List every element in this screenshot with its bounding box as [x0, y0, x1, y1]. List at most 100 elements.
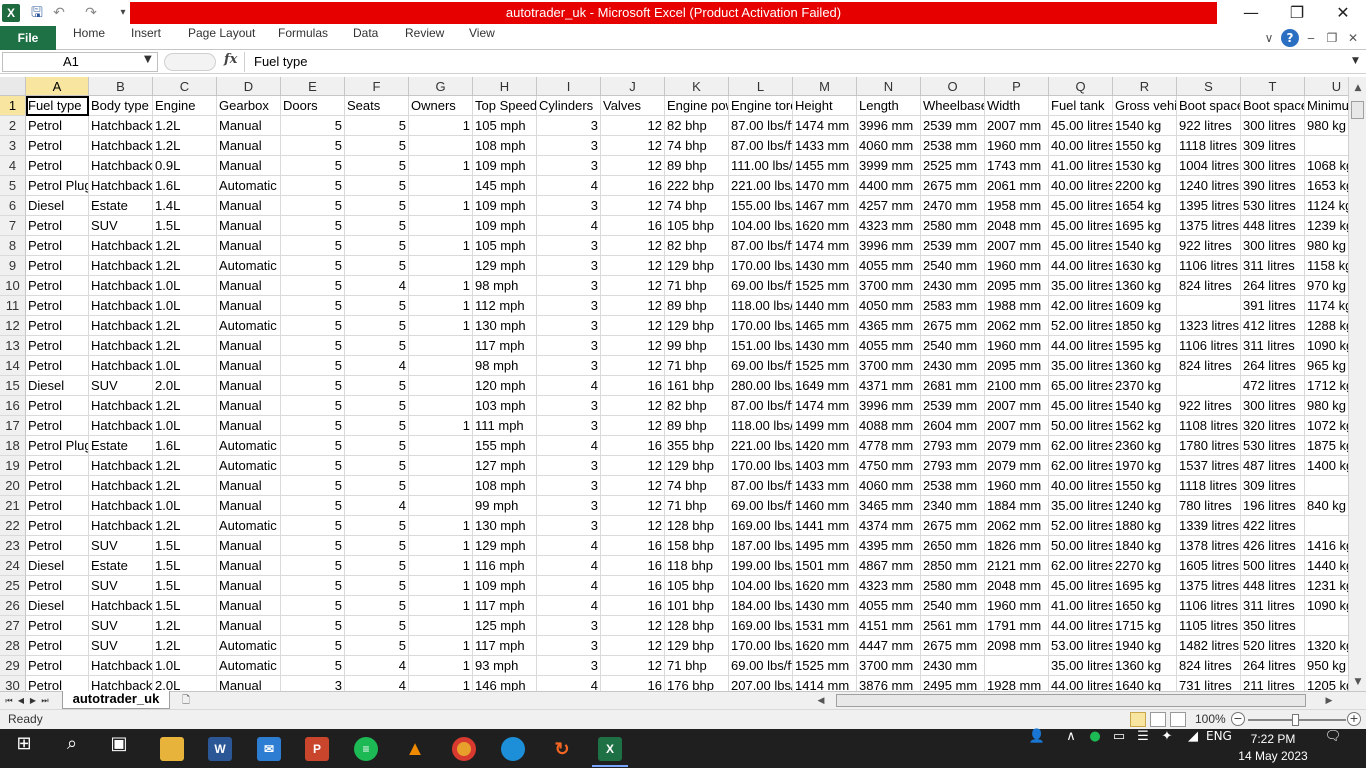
header-cell[interactable]: Engine — [153, 96, 217, 116]
table-cell[interactable]: Petrol — [26, 416, 89, 436]
sync-icon[interactable]: ↻ — [550, 737, 574, 761]
table-cell[interactable] — [1305, 516, 1348, 536]
table-cell[interactable]: 1 — [409, 196, 473, 216]
table-cell[interactable]: 207.00 lbs/ft — [729, 676, 793, 691]
table-cell[interactable]: 12 — [601, 496, 665, 516]
table-cell[interactable]: 3700 mm — [857, 356, 921, 376]
table-cell[interactable]: 69.00 lbs/ft — [729, 496, 793, 516]
row-header[interactable]: 27 — [0, 616, 26, 636]
table-cell[interactable]: 127 mph — [473, 456, 537, 476]
table-cell[interactable]: 309 litres — [1241, 476, 1305, 496]
table-cell[interactable]: 1495 mm — [793, 536, 857, 556]
table-cell[interactable]: 1653 kg — [1305, 176, 1348, 196]
table-cell[interactable] — [409, 256, 473, 276]
column-header[interactable]: E — [281, 77, 345, 96]
table-cell[interactable]: 5 — [345, 636, 409, 656]
table-cell[interactable]: 4400 mm — [857, 176, 921, 196]
table-cell[interactable]: 3 — [537, 656, 601, 676]
table-cell[interactable]: 320 litres — [1241, 416, 1305, 436]
row-header[interactable]: 8 — [0, 236, 26, 256]
table-cell[interactable]: Manual — [217, 216, 281, 236]
table-cell[interactable]: Manual — [217, 276, 281, 296]
table-cell[interactable]: 5 — [345, 576, 409, 596]
first-sheet-icon[interactable]: ⏮ — [4, 694, 14, 708]
table-cell[interactable]: 2270 kg — [1113, 556, 1177, 576]
table-cell[interactable]: 1620 mm — [793, 576, 857, 596]
table-cell[interactable]: Petrol — [26, 216, 89, 236]
table-cell[interactable]: 1620 mm — [793, 636, 857, 656]
table-cell[interactable]: 112 mph — [473, 296, 537, 316]
table-cell[interactable]: 71 bhp — [665, 356, 729, 376]
insert-function-icon[interactable]: fx — [224, 52, 237, 67]
table-cell[interactable]: 2061 mm — [985, 176, 1049, 196]
row-header[interactable]: 17 — [0, 416, 26, 436]
table-cell[interactable]: 221.00 lbs/ft — [729, 436, 793, 456]
column-header[interactable]: F — [345, 77, 409, 96]
table-cell[interactable]: Diesel — [26, 376, 89, 396]
table-cell[interactable]: SUV — [89, 536, 153, 556]
table-cell[interactable]: 300 litres — [1241, 116, 1305, 136]
table-cell[interactable]: 422 litres — [1241, 516, 1305, 536]
people-icon[interactable]: 👤 — [1026, 729, 1048, 768]
table-cell[interactable]: 108 mph — [473, 476, 537, 496]
table-cell[interactable]: Hatchback — [89, 156, 153, 176]
clock[interactable]: 7:22 PM 14 May 2023 — [1238, 731, 1308, 765]
table-cell[interactable]: Hatchback — [89, 356, 153, 376]
table-cell[interactable]: 1 — [409, 316, 473, 336]
table-cell[interactable]: 117 mph — [473, 336, 537, 356]
table-cell[interactable]: 1430 mm — [793, 336, 857, 356]
table-cell[interactable]: Petrol — [26, 136, 89, 156]
table-cell[interactable]: 4055 mm — [857, 596, 921, 616]
table-cell[interactable]: 12 — [601, 396, 665, 416]
table-cell[interactable]: 5 — [345, 376, 409, 396]
table-cell[interactable]: Hatchback — [89, 236, 153, 256]
table-cell[interactable]: Manual — [217, 376, 281, 396]
table-cell[interactable]: 52.00 litres — [1049, 516, 1113, 536]
tab-view[interactable]: View — [469, 26, 495, 50]
word-icon[interactable]: W — [208, 737, 232, 761]
table-cell[interactable]: 1467 mm — [793, 196, 857, 216]
table-cell[interactable]: 472 litres — [1241, 376, 1305, 396]
table-cell[interactable]: 89 bhp — [665, 296, 729, 316]
column-header[interactable]: P — [985, 77, 1049, 96]
table-cell[interactable]: Manual — [217, 556, 281, 576]
table-cell[interactable]: 42.00 litres — [1049, 296, 1113, 316]
table-cell[interactable]: 118.00 lbs/ft — [729, 296, 793, 316]
table-cell[interactable]: 2850 mm — [921, 556, 985, 576]
table-cell[interactable]: 731 litres — [1177, 676, 1241, 691]
table-cell[interactable] — [409, 396, 473, 416]
table-cell[interactable]: Manual — [217, 496, 281, 516]
table-cell[interactable]: 2062 mm — [985, 516, 1049, 536]
table-cell[interactable]: 300 litres — [1241, 156, 1305, 176]
table-cell[interactable]: 62.00 litres — [1049, 436, 1113, 456]
file-explorer-icon[interactable] — [160, 737, 184, 761]
table-cell[interactable]: 2580 mm — [921, 216, 985, 236]
table-cell[interactable]: 169.00 lbs/ft — [729, 616, 793, 636]
table-cell[interactable]: 118.00 lbs/ft — [729, 416, 793, 436]
row-header[interactable]: 14 — [0, 356, 26, 376]
table-cell[interactable]: 109 mph — [473, 196, 537, 216]
table-cell[interactable]: 87.00 lbs/ft — [729, 476, 793, 496]
table-cell[interactable]: 2675 mm — [921, 176, 985, 196]
table-cell[interactable]: 520 litres — [1241, 636, 1305, 656]
table-cell[interactable]: Hatchback — [89, 396, 153, 416]
table-cell[interactable]: 4 — [345, 276, 409, 296]
header-cell[interactable]: Height — [793, 96, 857, 116]
table-cell[interactable]: 3 — [537, 516, 601, 536]
table-cell[interactable]: 2007 mm — [985, 396, 1049, 416]
table-cell[interactable]: 824 litres — [1177, 276, 1241, 296]
next-sheet-icon[interactable]: ▶ — [28, 694, 38, 708]
table-cell[interactable]: 1537 litres — [1177, 456, 1241, 476]
table-cell[interactable]: 1118 litres — [1177, 136, 1241, 156]
table-cell[interactable]: 1.2L — [153, 636, 217, 656]
table-cell[interactable]: 1106 litres — [1177, 336, 1241, 356]
zoom-in-button[interactable]: + — [1347, 712, 1361, 726]
table-cell[interactable]: Estate — [89, 196, 153, 216]
table-cell[interactable]: 105 bhp — [665, 576, 729, 596]
table-cell[interactable]: 2561 mm — [921, 616, 985, 636]
table-cell[interactable]: Petrol Plug-in — [26, 436, 89, 456]
header-cell[interactable]: Owners — [409, 96, 473, 116]
table-cell[interactable]: 3 — [537, 636, 601, 656]
normal-view-button[interactable] — [1130, 712, 1146, 727]
table-cell[interactable]: 5 — [281, 536, 345, 556]
